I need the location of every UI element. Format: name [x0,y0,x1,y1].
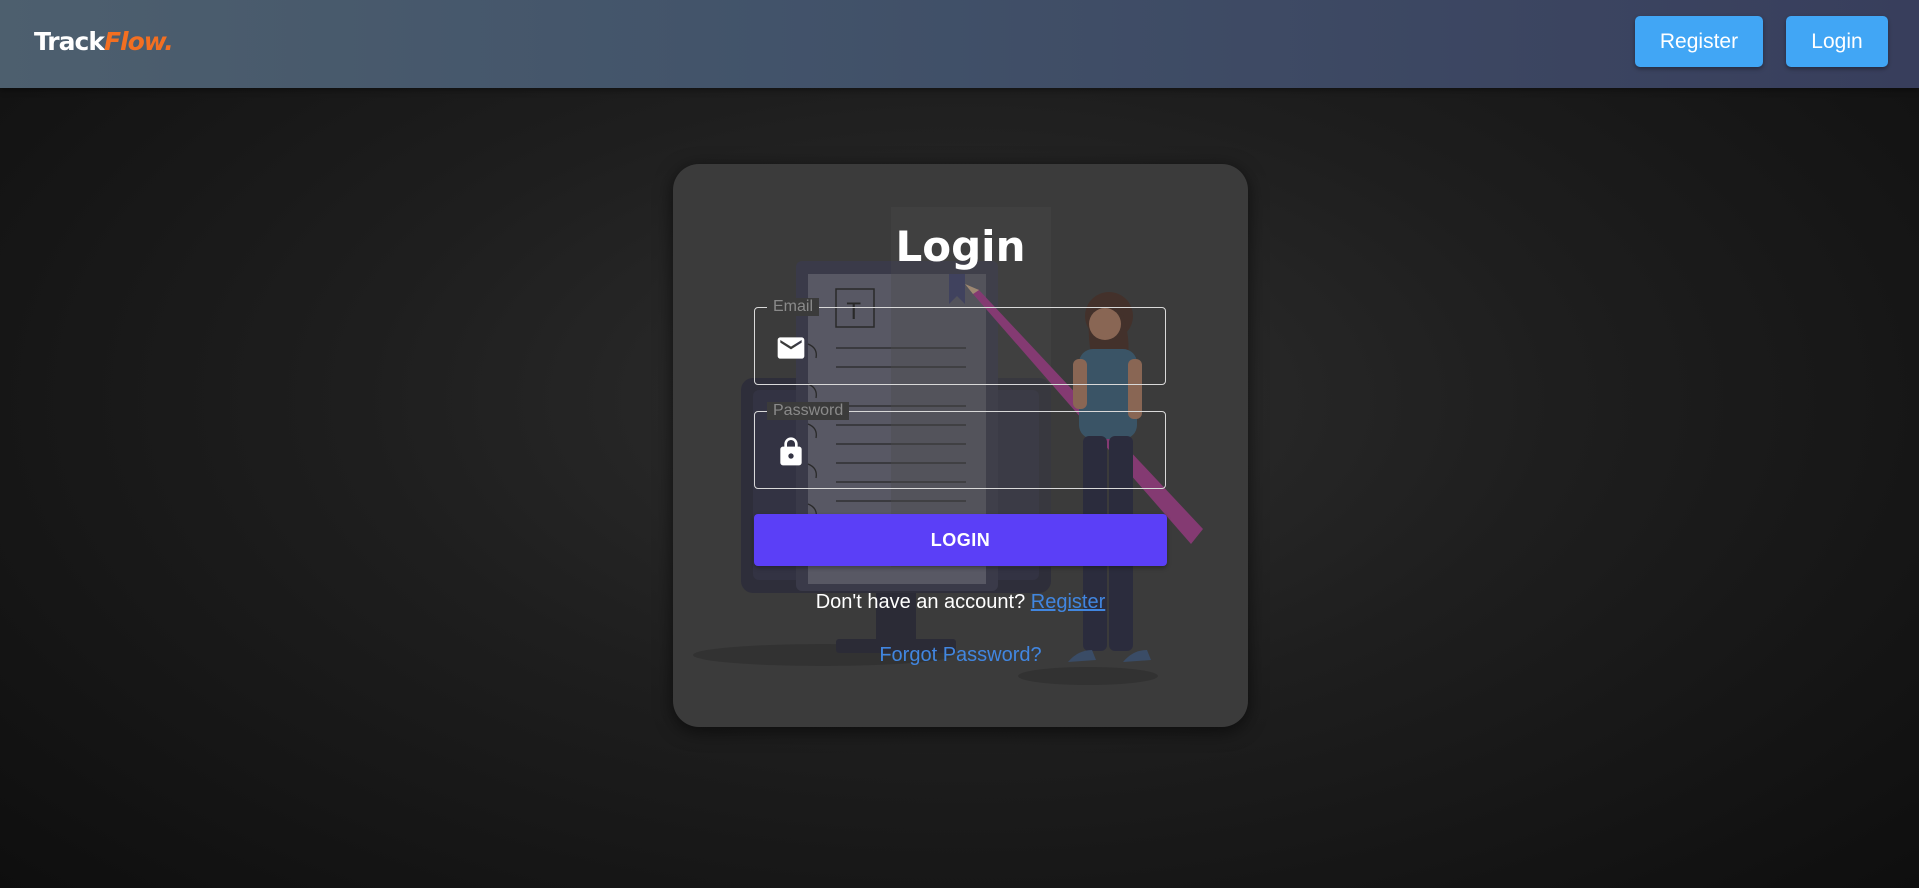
register-prompt: Don't have an account? Register [673,591,1248,614]
login-submit-button[interactable]: LOGIN [754,514,1167,566]
trackflow-logo[interactable]: TrackFlow. [34,27,174,56]
no-account-text: Don't have an account? [815,591,1026,613]
email-input[interactable] [821,322,1155,372]
top-navbar: TrackFlow. Register Login [0,0,1919,88]
password-field[interactable]: Password [754,402,1166,489]
password-label: Password [767,402,850,420]
login-card: T Login Email Password LOGIN Don't have … [673,164,1248,727]
logo-accent-text: Flow. [103,27,174,56]
password-input[interactable] [821,426,1155,476]
nav-login-button[interactable]: Login [1786,16,1888,67]
email-label: Email [767,298,820,316]
logo-main-text: Track [34,27,105,56]
register-link[interactable]: Register [1031,591,1105,613]
forgot-password-link[interactable]: Forgot Password? [673,644,1248,667]
login-title: Login [895,222,1026,271]
lock-icon [780,437,802,466]
email-field[interactable]: Email [754,298,1166,385]
envelope-icon [777,337,805,359]
nav-register-button[interactable]: Register [1635,16,1763,67]
